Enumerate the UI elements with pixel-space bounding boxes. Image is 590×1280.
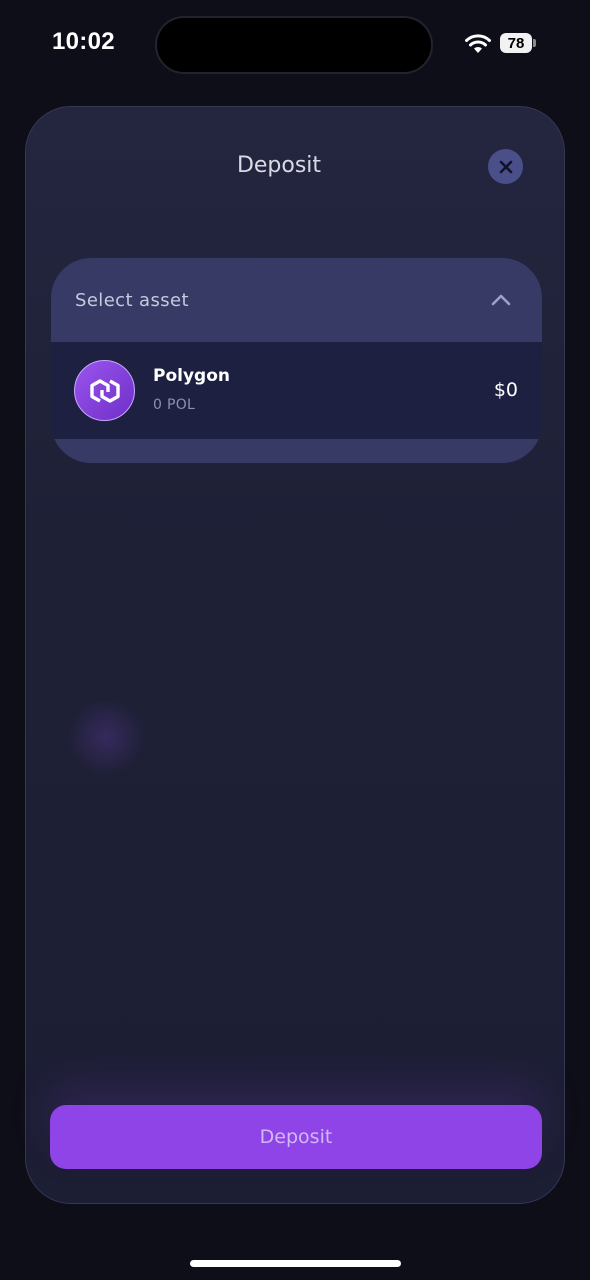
wifi-icon xyxy=(465,34,491,53)
status-time: 10:02 xyxy=(52,28,115,55)
dynamic-island xyxy=(155,16,433,74)
battery-level: 78 xyxy=(500,33,532,53)
deposit-modal: Deposit Select asset Polygon 0 POL $0 De… xyxy=(25,106,565,1204)
modal-title: Deposit xyxy=(236,153,322,178)
chevron-up-icon xyxy=(491,294,511,306)
asset-select-dropdown: Select asset Polygon 0 POL $0 xyxy=(51,258,542,463)
asset-value: $0 xyxy=(493,379,518,401)
battery-indicator: 78 xyxy=(500,33,536,53)
polygon-logo-icon xyxy=(74,360,135,421)
asset-select-header[interactable]: Select asset xyxy=(51,258,542,342)
asset-option-polygon[interactable]: Polygon 0 POL $0 xyxy=(51,342,542,439)
asset-list: Polygon 0 POL $0 xyxy=(51,342,542,439)
battery-nub xyxy=(533,39,536,47)
close-button[interactable] xyxy=(488,149,523,184)
asset-name: Polygon xyxy=(153,366,230,386)
close-icon xyxy=(499,160,512,173)
background-glow xyxy=(66,697,146,777)
deposit-button[interactable]: Deposit xyxy=(50,1105,542,1169)
asset-balance: 0 POL xyxy=(153,397,196,413)
screen: 10:02 78 Deposit Select asset Polygon 0 … xyxy=(0,0,590,1280)
home-indicator[interactable] xyxy=(190,1260,401,1267)
asset-select-label: Select asset xyxy=(75,289,189,311)
